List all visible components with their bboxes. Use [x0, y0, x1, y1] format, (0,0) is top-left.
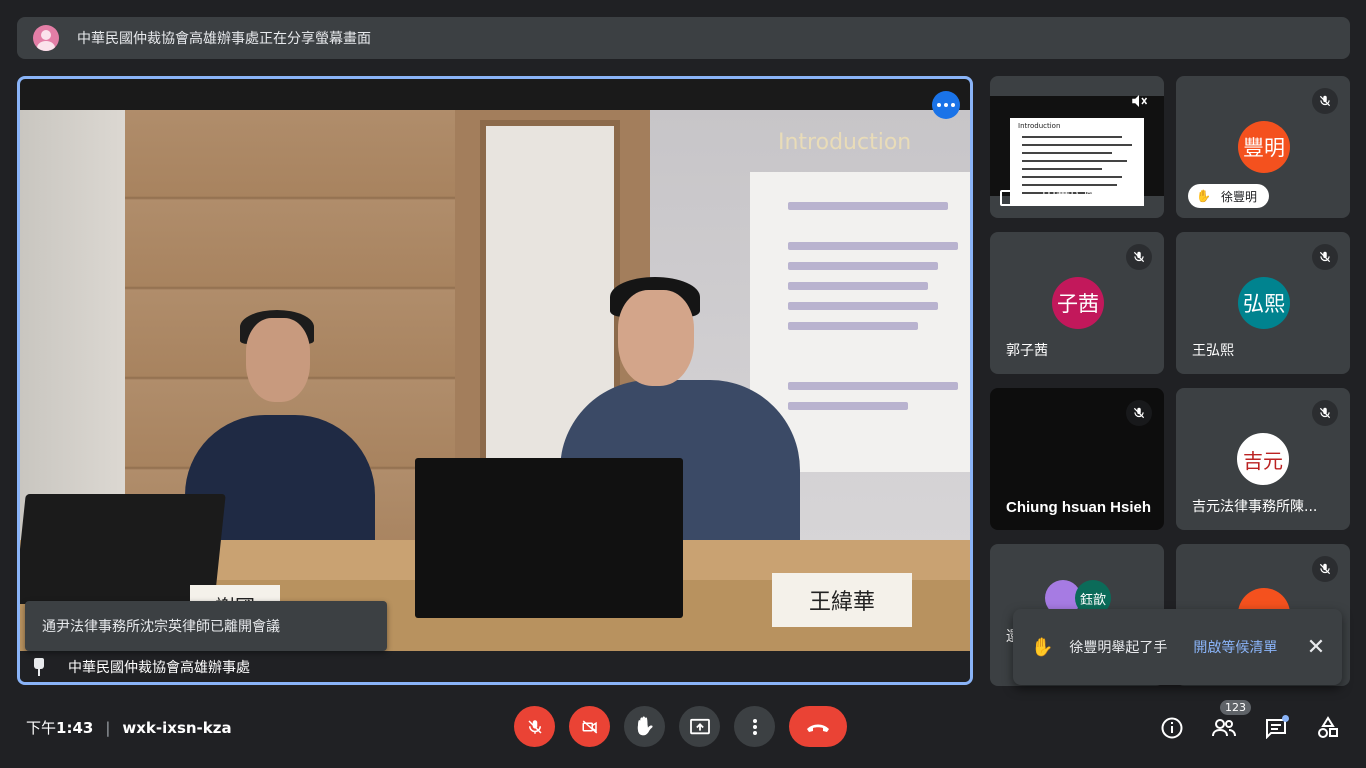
present-button[interactable] [679, 706, 720, 747]
activities-button[interactable] [1314, 714, 1342, 742]
close-icon[interactable]: ✕ [1304, 635, 1328, 660]
camera-toggle-button[interactable] [569, 706, 610, 747]
clock-time: 1:43 [56, 718, 94, 737]
open-queue-link[interactable]: 開啟等候清單 [1193, 637, 1277, 657]
slide-line [788, 322, 918, 330]
meeting-details-button[interactable] [1158, 714, 1186, 742]
mini-slide-title: Introduction [1018, 122, 1061, 130]
volume-off-icon [1126, 88, 1152, 114]
call-end-icon [807, 724, 829, 732]
participant-name: 徐豐明 [1220, 189, 1257, 204]
slide-line [788, 382, 958, 390]
presenting-banner: 中華民國仲裁協會高雄辦事處正在分享螢幕畫面 [17, 17, 1350, 59]
participant-name: Chiung hsuan Hsieh [1006, 499, 1151, 516]
more-options-button[interactable] [734, 706, 775, 747]
more-vert-icon [752, 718, 757, 735]
main-stage[interactable]: Introduction 謝國 王緯華 通尹法律事務所沈宗英律師已離開會議 中華… [17, 76, 973, 685]
participant-name: 郭子茜 [1006, 343, 1048, 359]
chat-button[interactable] [1262, 714, 1290, 742]
bottom-bar: 下午 1:43 | wxk-ixsn-kza ✋ 123 [0, 700, 1366, 768]
shapes-icon [1318, 716, 1338, 738]
slide-line [788, 282, 928, 290]
presenter-avatar [33, 25, 59, 51]
unread-dot [1282, 715, 1289, 722]
side-panel-controls: 123 [1158, 700, 1342, 742]
meeting-info: 下午 1:43 | wxk-ixsn-kza [26, 717, 232, 738]
pinned-participant-label: 中華民國仲裁協會高雄辦事處 [20, 651, 970, 682]
mic-off-icon [1312, 88, 1338, 114]
meeting-code: wxk-ixsn-kza [122, 718, 232, 737]
pinned-name: 中華民國仲裁協會高雄辦事處 [68, 659, 250, 676]
hand-icon: ✋ [633, 716, 656, 737]
avatar: 豐明 [1238, 121, 1290, 173]
raised-hand-icon: ✋ [1031, 636, 1054, 658]
avatar: 弘熙 [1238, 277, 1290, 329]
leave-call-button[interactable] [789, 706, 847, 747]
participant-name: 王弘熙 [1192, 343, 1234, 359]
separator: | [105, 718, 111, 737]
pin-icon[interactable] [32, 657, 46, 676]
mic-off-icon [1312, 400, 1338, 426]
slide-title: Introduction [778, 130, 912, 155]
raise-hand-button[interactable]: ✋ [624, 706, 665, 747]
mic-toggle-button[interactable] [514, 706, 555, 747]
present-screen-icon [1000, 190, 1022, 206]
participant-tile-jiyuan[interactable]: 吉元 吉元法律事務所陳... [1176, 388, 1350, 530]
participant-tile-chiung[interactable]: Chiung hsuan Hsieh [990, 388, 1164, 530]
more-options-icon[interactable] [932, 91, 960, 119]
slide-line [788, 402, 908, 410]
camera-off-icon [582, 719, 597, 734]
left-meeting-toast: 通尹法律事務所沈宗英律師已離開會議 [25, 601, 387, 651]
participants-button[interactable]: 123 [1210, 700, 1251, 742]
participant-name: 吉元法律事務所陳... [1192, 499, 1318, 515]
call-controls: ✋ [514, 706, 847, 747]
person-head [246, 318, 310, 402]
raised-hand-notification: ✋ 徐豐明舉起了手 開啟等候清單 ✕ [1013, 609, 1342, 685]
notification-text: 徐豐明舉起了手 [1069, 640, 1168, 656]
mic-off-icon [1126, 400, 1152, 426]
present-screen-icon [689, 718, 710, 734]
slide-line [788, 262, 938, 270]
raised-hand-chip: ✋ 徐豐明 [1188, 184, 1269, 208]
mic-off-icon [1312, 556, 1338, 582]
video-feed: Introduction 謝國 王緯華 [20, 110, 970, 651]
raised-hand-icon: ✋ [1196, 189, 1211, 203]
participant-tile-zi-qian[interactable]: 子茜 郭子茜 [990, 232, 1164, 374]
participant-name: 中華民國仲裁... [1042, 187, 1140, 203]
laptop [415, 458, 683, 618]
people-icon [1212, 719, 1236, 737]
presenting-text: 中華民國仲裁協會高雄辦事處正在分享螢幕畫面 [77, 31, 371, 47]
participants-count: 123 [1220, 700, 1251, 715]
nameplate: 王緯華 [772, 573, 912, 627]
person-head [618, 290, 694, 386]
slide-line [788, 202, 948, 210]
avatar: 子茜 [1052, 277, 1104, 329]
slide-line [788, 242, 958, 250]
participant-tile-feng-ming[interactable]: 豐明 ✋ 徐豐明 [1176, 76, 1350, 218]
participant-tile-hong-xi[interactable]: 弘熙 王弘熙 [1176, 232, 1350, 374]
mic-off-icon [527, 719, 542, 734]
participant-tile-screen-share[interactable]: Introduction 中華民國仲裁... [990, 76, 1164, 218]
mic-off-icon [1126, 244, 1152, 270]
seal-avatar: 吉元 [1237, 433, 1289, 485]
info-icon [1161, 717, 1183, 739]
mic-off-icon [1312, 244, 1338, 270]
slide-line [788, 302, 938, 310]
time-prefix: 下午 [26, 719, 57, 737]
